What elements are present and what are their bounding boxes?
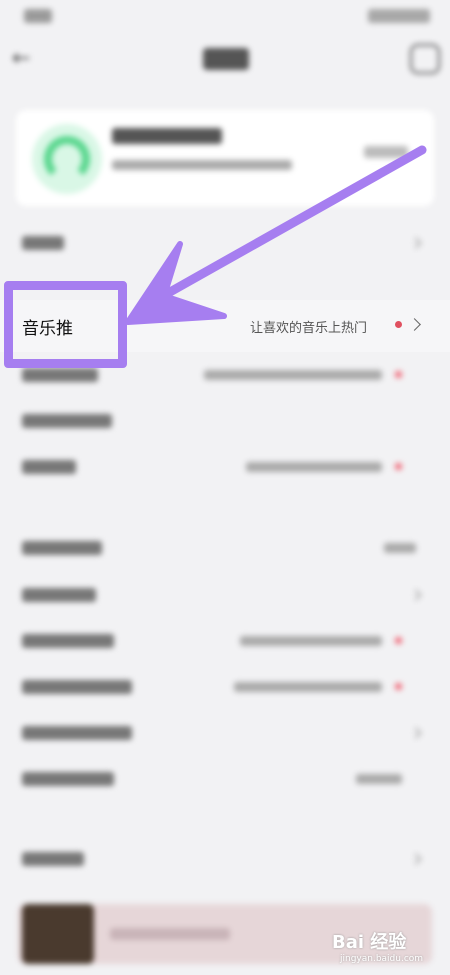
arrow-pointer <box>125 145 427 325</box>
baidu-watermark-url: jingyan.baidu.com <box>340 954 424 964</box>
arrow-head <box>125 241 227 325</box>
arrow-shaft <box>165 145 427 297</box>
baidu-watermark: Bai 经验 <box>332 932 407 953</box>
